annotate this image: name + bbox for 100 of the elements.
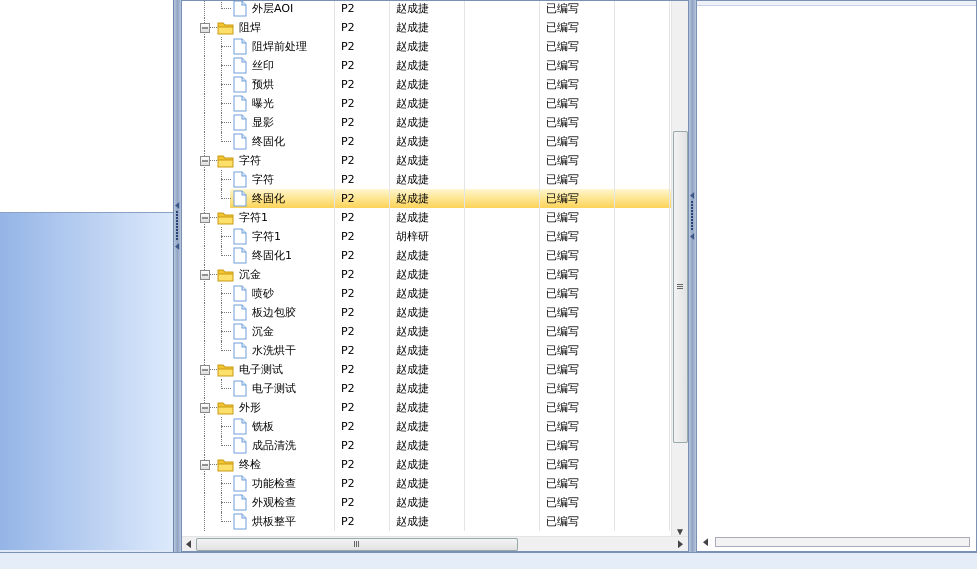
tree-row[interactable]: 丝印 P2 赵成捷 已编写 [182,56,671,75]
node-label: 外层AOI [252,1,294,16]
collapse-arrow-icon[interactable] [690,233,695,240]
node-label: 电子测试 [239,362,283,377]
tree-row[interactable]: 终检 P2 赵成捷 已编写 [182,455,671,474]
tree-row[interactable]: 成品清洗 P2 赵成捷 已编写 [182,436,671,455]
table-cell: P2 [341,97,355,110]
tree-row[interactable]: 外形 P2 赵成捷 已编写 [182,398,671,417]
collapse-arrow-icon[interactable] [175,243,180,250]
horizontal-scrollbar[interactable] [182,536,688,551]
node-label: 字符1 [252,229,281,244]
document-icon [233,285,247,302]
folder-icon [217,458,234,472]
table-cell: 已编写 [546,343,579,358]
tree-row[interactable]: 曝光 P2 赵成捷 已编写 [182,94,671,113]
document-icon [233,171,247,188]
tree-row[interactable]: 喷砂 P2 赵成捷 已编写 [182,284,671,303]
node-label: 外形 [239,400,261,415]
tree-row[interactable]: 烘板整平 P2 赵成捷 已编写 [182,512,671,531]
tree-row[interactable]: 显影 P2 赵成捷 已编写 [182,113,671,132]
table-cell: 已编写 [546,20,579,35]
tree-row[interactable]: 字符1 P2 赵成捷 已编写 [182,208,671,227]
collapse-toggle[interactable] [200,365,210,375]
table-cell: 胡梓研 [396,229,429,244]
splitter-grip-icon[interactable] [691,201,694,231]
scroll-thumb[interactable] [672,131,688,443]
table-cell: 已编写 [546,381,579,396]
table-cell: 赵成捷 [396,324,429,339]
table-cell: P2 [341,192,355,205]
table-cell: 已编写 [546,210,579,225]
collapse-arrow-icon[interactable] [690,192,695,199]
scroll-down-icon[interactable] [677,528,683,536]
table-cell: 赵成捷 [396,58,429,73]
collapse-toggle[interactable] [200,460,210,470]
document-icon [233,304,247,321]
table-cell: 赵成捷 [396,1,429,16]
table-cell: 已编写 [546,476,579,491]
tree-row[interactable]: 电子测试 P2 赵成捷 已编写 [182,360,671,379]
tree-row[interactable]: 阻焊前处理 P2 赵成捷 已编写 [182,37,671,56]
tree-row[interactable]: 字符 P2 赵成捷 已编写 [182,151,671,170]
node-label: 显影 [252,115,274,130]
table-cell: 已编写 [546,400,579,415]
tree-row[interactable]: 终固化1 P2 赵成捷 已编写 [182,246,671,265]
collapse-toggle[interactable] [200,213,210,223]
scroll-left-icon[interactable] [186,540,192,548]
node-label: 阻焊前处理 [252,39,307,54]
collapse-toggle[interactable] [200,23,210,33]
minus-icon [202,158,208,164]
collapse-arrow-icon[interactable] [175,202,180,209]
tree-row[interactable]: 外层AOI P2 赵成捷 已编写 [182,1,671,18]
node-label: 铣板 [252,419,274,434]
table-cell: P2 [341,363,355,376]
table-cell: 已编写 [546,172,579,187]
tree-row[interactable]: 水洗烘干 P2 赵成捷 已编写 [182,341,671,360]
tree-row[interactable]: 沉金 P2 赵成捷 已编写 [182,265,671,284]
tree-row[interactable]: 铣板 P2 赵成捷 已编写 [182,417,671,436]
document-icon [233,437,247,454]
document-icon [233,418,247,435]
tree-row[interactable]: 板边包胶 P2 赵成捷 已编写 [182,303,671,322]
collapse-toggle[interactable] [200,156,210,166]
tree-row[interactable]: 沉金 P2 赵成捷 已编写 [182,322,671,341]
node-label: 字符 [239,153,261,168]
tree-row[interactable]: 字符1 P2 胡梓研 已编写 [182,227,671,246]
table-cell: 已编写 [546,39,579,54]
collapse-toggle[interactable] [200,270,210,280]
collapse-toggle[interactable] [200,403,210,413]
vertical-scrollbar[interactable] [671,1,688,536]
scroll-right-icon[interactable] [678,540,684,548]
table-cell: 已编写 [546,419,579,434]
table-cell: 已编写 [546,229,579,244]
table-cell: P2 [341,325,355,338]
table-cell: P2 [341,420,355,433]
document-icon [233,323,247,340]
table-cell: 赵成捷 [396,305,429,320]
table-cell: 已编写 [546,134,579,149]
table-cell: P2 [341,211,355,224]
tree-row[interactable]: 预烘 P2 赵成捷 已编写 [182,75,671,94]
node-label: 终固化 [252,191,285,206]
tree-row[interactable]: 终固化 P2 赵成捷 已编写 [182,132,671,151]
table-cell: P2 [341,59,355,72]
document-icon [233,95,247,112]
table-cell: 赵成捷 [396,77,429,92]
table-cell: P2 [341,496,355,509]
document-icon [233,114,247,131]
table-cell: 赵成捷 [396,267,429,282]
tree-row[interactable]: 外观检查 P2 赵成捷 已编写 [182,493,671,512]
scroll-left-icon[interactable] [703,538,709,546]
tree-row[interactable]: 功能检查 P2 赵成捷 已编写 [182,474,671,493]
table-cell: P2 [341,135,355,148]
table-cell: 赵成捷 [396,343,429,358]
table-cell: 已编写 [546,58,579,73]
tree-row[interactable]: 电子测试 P2 赵成捷 已编写 [182,379,671,398]
tree-row[interactable]: 阻焊 P2 赵成捷 已编写 [182,18,671,37]
node-label: 功能检查 [252,476,296,491]
folder-icon [217,400,234,414]
minus-icon [202,367,208,373]
scroll-thumb[interactable] [196,538,518,550]
splitter-grip-icon[interactable] [176,211,179,241]
document-icon [233,38,247,55]
table-cell: 赵成捷 [396,115,429,130]
